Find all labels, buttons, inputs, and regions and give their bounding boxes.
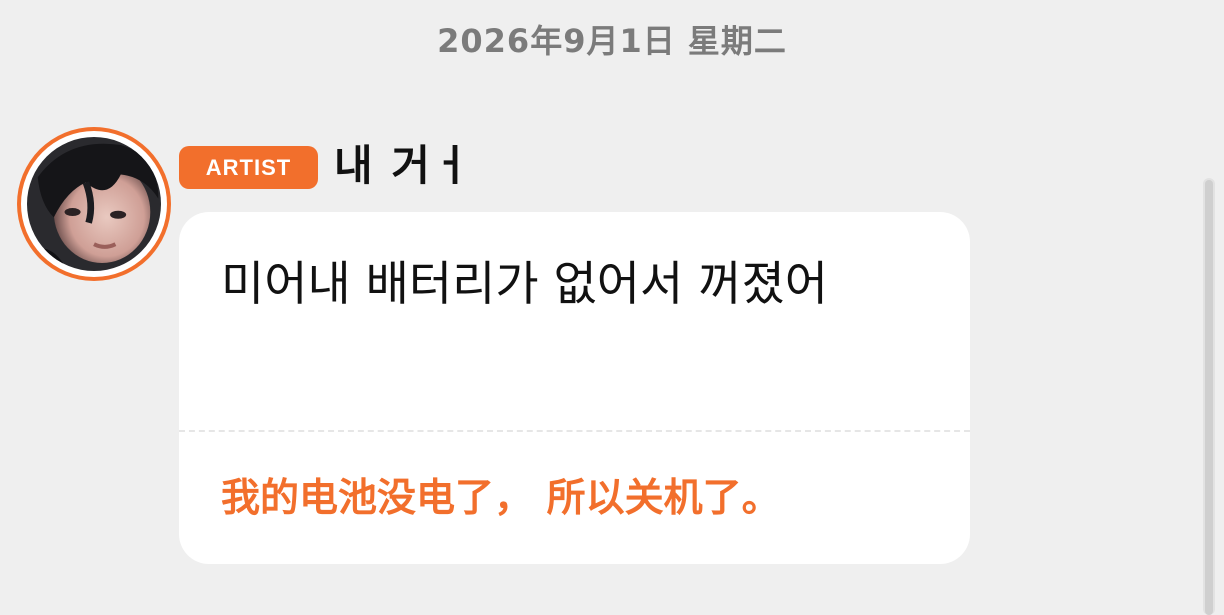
profile-photo-icon <box>27 137 161 271</box>
sender-name: 내 거ㅓ <box>334 141 473 190</box>
avatar-border <box>21 131 167 277</box>
message-text: 미어내 배터리가 없어서 꺼졌어 <box>221 257 828 312</box>
scrollbar-thumb[interactable] <box>1205 180 1213 615</box>
artist-badge: ARTIST <box>179 146 318 189</box>
message-bubble[interactable]: 미어내 배터리가 없어서 꺼졌어 我的电池没电了， 所以关机了。 <box>179 212 970 564</box>
date-header: 2026年9月1日 星期二 <box>437 22 787 60</box>
message-translation: 我的电池没电了， 所以关机了。 <box>221 476 781 521</box>
chat-view: 2026年9月1日 星期二 ARTIST 내 거ㅓ 미어내 배터리가 없어서 꺼… <box>0 0 1224 615</box>
translation-divider <box>179 430 970 432</box>
avatar[interactable] <box>17 127 171 281</box>
